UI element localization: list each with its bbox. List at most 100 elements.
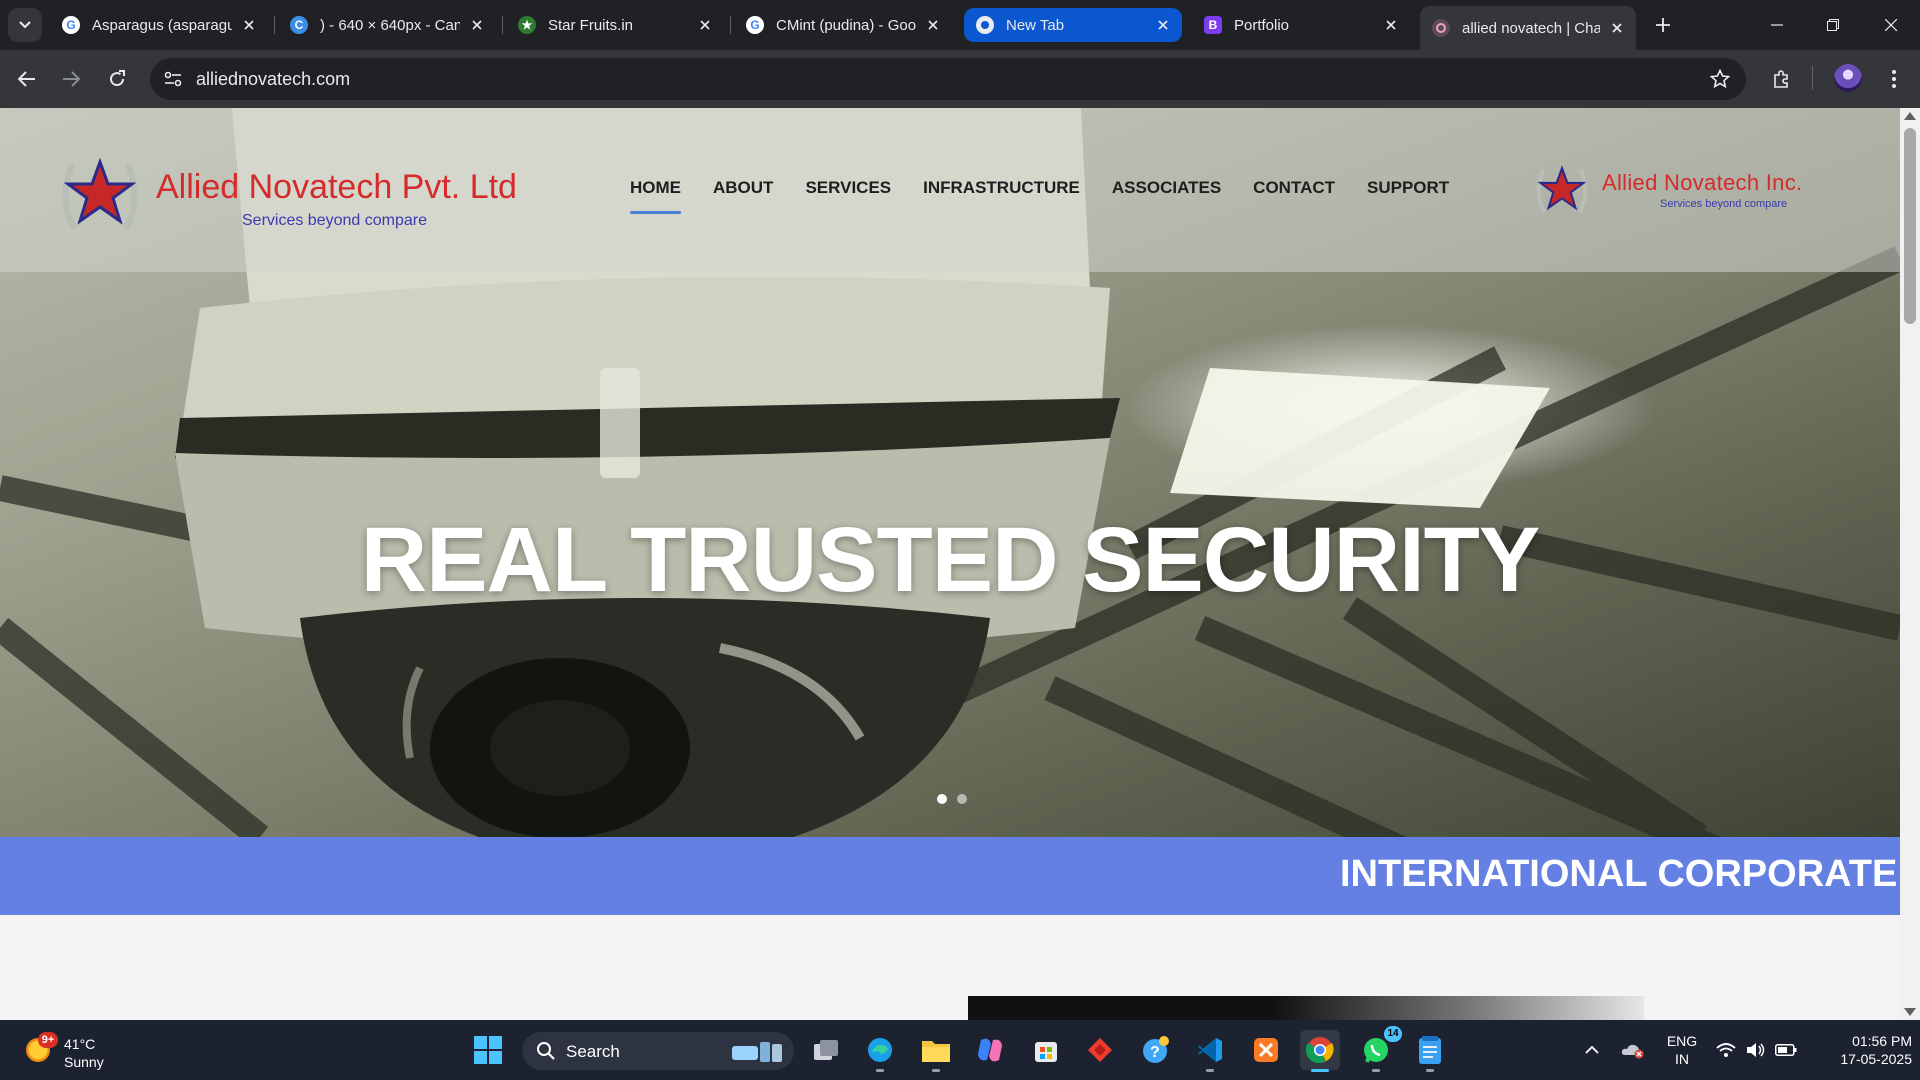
restore-icon — [1827, 19, 1839, 31]
nav-services[interactable]: SERVICES — [805, 178, 891, 218]
hero-headline: REAL TRUSTED SECURITY — [360, 509, 1541, 611]
page-scrollbar[interactable] — [1900, 108, 1920, 1020]
star-fruits-icon: ★ — [518, 16, 536, 34]
tab-separator — [730, 16, 731, 34]
toolbar-divider — [1812, 66, 1813, 90]
file-explorer-icon[interactable] — [916, 1030, 956, 1072]
onedrive-error-icon[interactable] — [1620, 1030, 1646, 1070]
minimize-button[interactable] — [1762, 10, 1792, 40]
taskbar-search-box[interactable]: Search — [522, 1032, 794, 1070]
slider-dot[interactable] — [957, 794, 967, 804]
brand-name: Allied Novatech Pvt. Ltd — [156, 168, 517, 206]
site-logo[interactable]: Allied Novatech Pvt. Ltd Services beyond… — [54, 150, 517, 240]
chevron-down-icon — [19, 21, 31, 29]
star-laurel-logo-icon — [1536, 165, 1588, 214]
tab-separator — [274, 16, 275, 34]
task-view-icon[interactable] — [806, 1030, 846, 1070]
extensions-icon[interactable] — [1768, 65, 1796, 93]
close-icon[interactable] — [240, 16, 258, 34]
site-info-icon[interactable] — [160, 66, 186, 92]
wifi-icon[interactable] — [1714, 1030, 1738, 1070]
weather-widget[interactable]: 9+ 41°C Sunny — [22, 1028, 142, 1072]
scroll-up-arrow-icon[interactable] — [1904, 112, 1916, 120]
star-laurel-logo-icon — [62, 157, 138, 230]
show-hidden-icons-chevron-icon[interactable] — [1582, 1030, 1602, 1070]
nav-support[interactable]: SUPPORT — [1367, 178, 1449, 218]
volume-icon[interactable] — [1744, 1030, 1768, 1070]
nav-associates[interactable]: ASSOCIATES — [1112, 178, 1221, 218]
close-icon[interactable] — [1154, 16, 1172, 34]
close-icon — [1885, 19, 1897, 31]
anydesk-icon[interactable] — [1080, 1030, 1120, 1070]
search-highlight-icon — [732, 1042, 782, 1062]
scroll-down-arrow-icon[interactable] — [1904, 1008, 1916, 1016]
close-icon[interactable] — [1608, 19, 1626, 37]
new-tab-button[interactable] — [1650, 12, 1676, 38]
browser-tab[interactable]: G Asparagus (asparagu — [50, 8, 268, 42]
windows-start-icon[interactable] — [468, 1030, 508, 1070]
vscode-icon[interactable] — [1190, 1030, 1230, 1072]
browser-toolbar: alliednovatech.com — [0, 50, 1920, 108]
tab-separator — [502, 16, 503, 34]
whatsapp-icon[interactable]: 14 — [1356, 1026, 1402, 1072]
xampp-icon[interactable] — [1246, 1030, 1286, 1070]
whatsapp-unread-badge: 14 — [1384, 1026, 1402, 1042]
menu-kebab-icon[interactable] — [1880, 65, 1908, 93]
copilot-icon[interactable] — [970, 1030, 1010, 1070]
close-icon[interactable] — [468, 16, 486, 34]
notepad-icon[interactable] — [1410, 1030, 1450, 1072]
help-icon[interactable]: ? — [1136, 1030, 1176, 1070]
windows-taskbar: 9+ 41°C Sunny Search ? 14 ENG IN 01:56 P… — [0, 1020, 1920, 1080]
web-page: Allied Novatech Pvt. Ltd Services beyond… — [0, 108, 1900, 1020]
arrow-right-icon — [63, 71, 80, 87]
browser-tab[interactable]: G CMint (pudina) - Goo — [734, 8, 952, 42]
minimize-icon — [1771, 24, 1783, 26]
close-icon[interactable] — [1382, 16, 1400, 34]
battery-icon[interactable] — [1774, 1030, 1798, 1070]
google-icon: G — [62, 16, 80, 34]
tab-strip: G Asparagus (asparagu C ) - 640 × 640px … — [0, 0, 1920, 50]
close-window-button[interactable] — [1876, 10, 1906, 40]
google-icon: G — [746, 16, 764, 34]
nav-home[interactable]: HOME — [630, 178, 681, 218]
address-bar[interactable]: alliednovatech.com — [150, 58, 1746, 100]
bookmark-star-icon[interactable] — [1708, 67, 1732, 91]
profile-avatar[interactable] — [1834, 64, 1862, 92]
restore-button[interactable] — [1818, 10, 1848, 40]
reload-button[interactable] — [102, 64, 132, 94]
tab-search-button[interactable] — [8, 8, 42, 42]
url-text[interactable]: alliednovatech.com — [196, 69, 350, 90]
brand-tagline: Services beyond compare — [242, 212, 427, 229]
back-button[interactable] — [12, 64, 42, 94]
slider-dot[interactable] — [937, 794, 947, 804]
close-icon[interactable] — [696, 16, 714, 34]
chrome-icon — [976, 16, 994, 34]
browser-tab[interactable]: New Tab — [964, 8, 1182, 42]
browser-tab[interactable]: ★ Star Fruits.in — [506, 8, 724, 42]
microsoft-store-icon[interactable] — [1026, 1030, 1066, 1070]
partner-logo[interactable]: Allied Novatech Inc. Services beyond com… — [1530, 160, 1830, 226]
close-icon[interactable] — [924, 16, 942, 34]
marquee-text: INTERNATIONAL CORPORATE C — [1340, 853, 1900, 895]
chrome-icon[interactable] — [1300, 1030, 1340, 1072]
browser-tab[interactable]: B Portfolio — [1192, 8, 1410, 42]
plus-icon — [1656, 18, 1670, 32]
nav-about[interactable]: ABOUT — [713, 178, 773, 218]
svg-text:?: ? — [1150, 1044, 1160, 1061]
edge-icon[interactable] — [860, 1030, 900, 1072]
browser-tab[interactable]: C ) - 640 × 640px - Can — [278, 8, 496, 42]
nav-contact[interactable]: CONTACT — [1253, 178, 1335, 218]
hero-slider: Allied Novatech Pvt. Ltd Services beyond… — [0, 108, 1900, 837]
partner-tagline: Services beyond compare — [1660, 198, 1788, 210]
weather-condition: Sunny — [64, 1054, 104, 1070]
forward-button[interactable] — [56, 64, 86, 94]
system-clock[interactable]: 01:56 PM 17-05-2025 — [1812, 1032, 1912, 1068]
marquee-banner: INTERNATIONAL CORPORATE C — [0, 837, 1900, 915]
language-indicator[interactable]: ENG IN — [1664, 1032, 1700, 1068]
content-image — [968, 996, 1644, 1020]
scrollbar-thumb[interactable] — [1904, 128, 1916, 324]
main-navigation: HOME ABOUT SERVICES INFRASTRUCTURE ASSOC… — [630, 178, 1449, 218]
browser-tab-active[interactable]: allied novatech | Cha — [1420, 6, 1636, 50]
nav-infrastructure[interactable]: INFRASTRUCTURE — [923, 178, 1080, 218]
canva-icon: C — [290, 16, 308, 34]
